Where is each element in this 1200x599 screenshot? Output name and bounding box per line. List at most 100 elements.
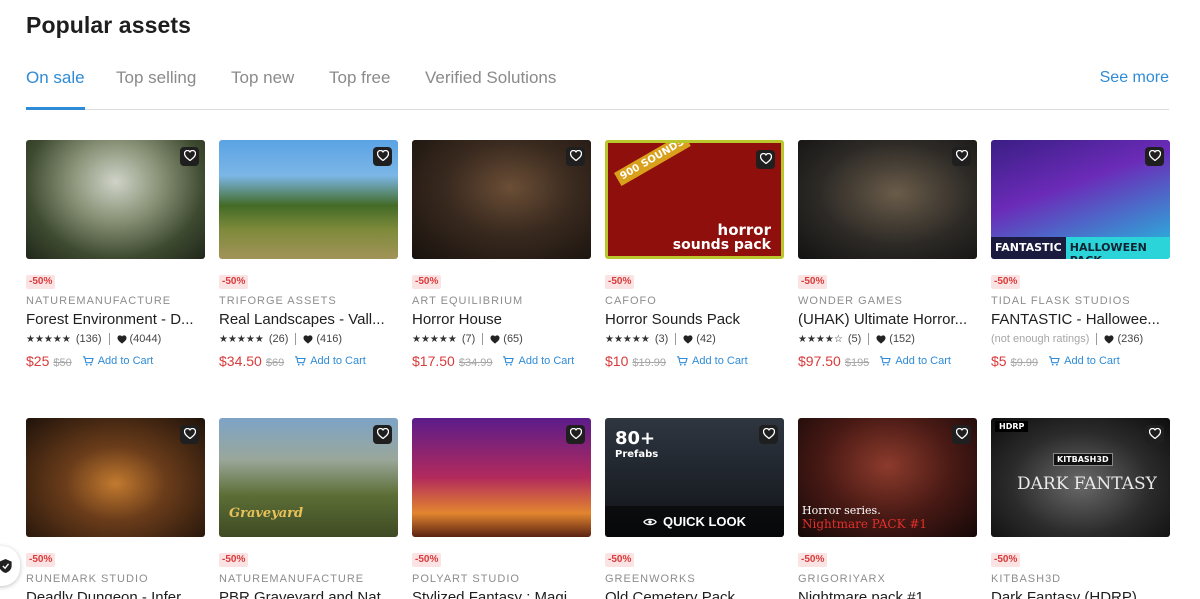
publisher-name[interactable]: POLYART STUDIO xyxy=(412,573,520,585)
publisher-name[interactable]: KITBASH3D xyxy=(991,573,1061,585)
discount-badge: -50% xyxy=(798,553,828,567)
asset-name[interactable]: FANTASTIC - Hallowee... xyxy=(991,311,1170,328)
wishlist-button[interactable] xyxy=(952,425,971,444)
publisher-name[interactable]: GREENWORKS xyxy=(605,573,696,585)
asset-name[interactable]: Deadly Dungeon - Infer... xyxy=(26,589,205,599)
asset-card[interactable]: HDRP KITBASH3D DARK FANTASY -50% KITBASH… xyxy=(991,418,1170,599)
asset-name[interactable]: (UHAK) Ultimate Horror... xyxy=(798,311,977,328)
brand-tag: KITBASH3D xyxy=(1053,453,1113,466)
shield-icon xyxy=(0,559,12,573)
add-to-cart-label: Add to Cart xyxy=(97,355,154,367)
wishlist-button[interactable] xyxy=(566,425,585,444)
tab-verified-solutions[interactable]: Verified Solutions xyxy=(425,68,556,88)
thumbnail-caption: sounds pack xyxy=(672,237,771,253)
wishlist-button[interactable] xyxy=(373,425,392,444)
favorite-icon xyxy=(1104,334,1114,344)
asset-meta: ★★★★★ (136) (4044) xyxy=(26,333,161,345)
wishlist-button[interactable] xyxy=(566,147,585,166)
add-to-cart-label: Add to Cart xyxy=(310,355,366,367)
original-price: $9.99 xyxy=(1010,357,1039,369)
asset-card[interactable]: -50% TRIFORGE ASSETS Real Landscapes - V… xyxy=(219,140,398,369)
heart-icon xyxy=(183,148,196,166)
add-to-cart-button[interactable]: Add to Cart xyxy=(879,355,951,367)
asset-thumbnail[interactable]: Horror series. Nightmare PACK #1 xyxy=(798,418,977,537)
publisher-name[interactable]: CAFOFO xyxy=(605,295,657,307)
wishlist-button[interactable] xyxy=(759,425,778,444)
asset-thumbnail[interactable] xyxy=(219,140,398,259)
asset-thumbnail[interactable]: FANTASTICHALLOWEEN PACK xyxy=(991,140,1170,259)
wishlist-button[interactable] xyxy=(180,147,199,166)
publisher-name[interactable]: NATUREMANUFACTURE xyxy=(219,573,364,585)
asset-name[interactable]: Horror House xyxy=(412,311,591,328)
asset-card[interactable]: Horror series. Nightmare PACK #1 -50% GR… xyxy=(798,418,977,599)
asset-thumbnail[interactable]: 900 SOUNDS horror sounds pack xyxy=(605,140,784,259)
sale-price: $17.50 xyxy=(412,353,455,369)
tab-top-selling[interactable]: Top selling xyxy=(116,68,196,88)
wishlist-button[interactable] xyxy=(756,150,775,169)
asset-name[interactable]: Horror Sounds Pack xyxy=(605,311,784,328)
cart-icon xyxy=(880,356,892,366)
publisher-name[interactable]: TRIFORGE ASSETS xyxy=(219,295,337,307)
add-to-cart-button[interactable]: Add to Cart xyxy=(294,355,366,367)
tab-on-sale[interactable]: On sale xyxy=(26,68,85,88)
asset-card[interactable]: -50% WONDER GAMES (UHAK) Ultimate Horror… xyxy=(798,140,977,369)
thumbnail-caption: Prefabs xyxy=(615,449,659,460)
wishlist-button[interactable] xyxy=(1145,147,1164,166)
asset-card[interactable]: -50% NATUREMANUFACTURE Forest Environmen… xyxy=(26,140,205,369)
asset-thumbnail[interactable] xyxy=(26,418,205,537)
asset-thumbnail[interactable]: Graveyard xyxy=(219,418,398,537)
asset-card[interactable]: -50% RUNEMARK STUDIO Deadly Dungeon - In… xyxy=(26,418,205,599)
heart-icon xyxy=(762,426,775,444)
thumbnail-caption: Graveyard xyxy=(229,506,304,521)
asset-name[interactable]: Old Cemetery Pack xyxy=(605,589,784,599)
rating-count: (136) xyxy=(75,333,102,345)
publisher-name[interactable]: NATUREMANUFACTURE xyxy=(26,295,171,307)
asset-card[interactable]: -50% ART EQUILIBRIUM Horror House ★★★★★ (… xyxy=(412,140,591,369)
see-more-link[interactable]: See more xyxy=(1100,69,1169,87)
heart-icon xyxy=(376,426,389,444)
publisher-name[interactable]: RUNEMARK STUDIO xyxy=(26,573,149,585)
asset-card[interactable]: 80+ Prefabs QUICK LOOK -50% GREENWORKS O… xyxy=(605,418,784,599)
original-price: $69 xyxy=(265,357,285,369)
asset-thumbnail[interactable] xyxy=(798,140,977,259)
asset-thumbnail[interactable] xyxy=(26,140,205,259)
asset-card[interactable]: -50% POLYART STUDIO Stylized Fantasy : M… xyxy=(412,418,591,599)
sale-price: $34.50 xyxy=(219,353,262,369)
wishlist-button[interactable] xyxy=(373,147,392,166)
favorite-icon xyxy=(876,334,886,344)
asset-card[interactable]: 900 SOUNDS horror sounds pack -50% CAFOF… xyxy=(605,140,784,369)
heart-icon xyxy=(183,426,196,444)
tab-top-free[interactable]: Top free xyxy=(329,68,390,88)
wishlist-button[interactable] xyxy=(1145,425,1164,444)
asset-thumbnail[interactable]: 80+ Prefabs QUICK LOOK xyxy=(605,418,784,537)
asset-name[interactable]: Forest Environment - D... xyxy=(26,311,205,328)
add-to-cart-button[interactable]: Add to Cart xyxy=(1048,355,1120,367)
privacy-shield-button[interactable] xyxy=(0,546,20,586)
asset-card[interactable]: FANTASTICHALLOWEEN PACK -50% TIDAL FLASK… xyxy=(991,140,1170,369)
asset-thumbnail[interactable] xyxy=(412,418,591,537)
add-to-cart-button[interactable]: Add to Cart xyxy=(676,355,748,367)
add-to-cart-button[interactable]: Add to Cart xyxy=(82,355,154,367)
publisher-name[interactable]: WONDER GAMES xyxy=(798,295,903,307)
asset-name[interactable]: PBR Graveyard and Nat... xyxy=(219,589,398,599)
asset-name[interactable]: Dark Fantasy (HDRP) xyxy=(991,589,1170,599)
asset-name[interactable]: Stylized Fantasy : Magi... xyxy=(412,589,591,599)
add-to-cart-button[interactable]: Add to Cart xyxy=(502,355,574,367)
publisher-name[interactable]: TIDAL FLASK STUDIOS xyxy=(991,295,1131,307)
asset-meta: ★★★★★ (3) (42) xyxy=(605,333,716,345)
publisher-name[interactable]: GRIGORIYARX xyxy=(798,573,886,585)
thumbnail-caption: Horror series. xyxy=(802,504,881,517)
quick-look-button[interactable]: QUICK LOOK xyxy=(605,506,784,537)
wishlist-button[interactable] xyxy=(180,425,199,444)
wishlist-button[interactable] xyxy=(952,147,971,166)
tab-top-new[interactable]: Top new xyxy=(231,68,294,88)
heart-icon xyxy=(569,148,582,166)
asset-card[interactable]: Graveyard -50% NATUREMANUFACTURE PBR Gra… xyxy=(219,418,398,599)
asset-thumbnail[interactable] xyxy=(412,140,591,259)
asset-name[interactable]: Nightmare pack #1 xyxy=(798,589,977,599)
asset-name[interactable]: Real Landscapes - Vall... xyxy=(219,311,398,328)
favorite-icon xyxy=(117,334,127,344)
asset-thumbnail[interactable]: HDRP KITBASH3D DARK FANTASY xyxy=(991,418,1170,537)
publisher-name[interactable]: ART EQUILIBRIUM xyxy=(412,295,523,307)
discount-badge: -50% xyxy=(991,553,1021,567)
